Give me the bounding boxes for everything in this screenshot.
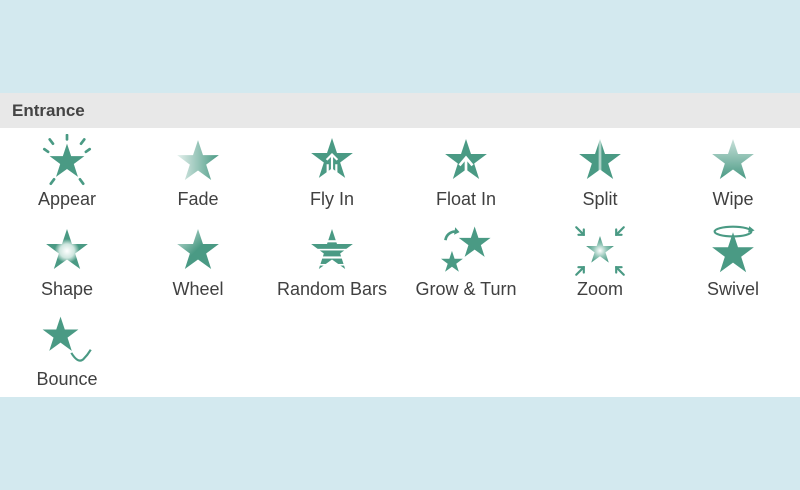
gallery-header: Entrance <box>0 93 800 128</box>
swivel-star-icon <box>712 225 755 273</box>
effect-label: Wipe <box>712 189 754 209</box>
effect-fly-in[interactable]: Fly In <box>265 128 399 214</box>
effect-label: Bounce <box>36 369 98 389</box>
effect-label: Fly In <box>309 189 354 209</box>
appear-star-icon <box>42 134 92 186</box>
effect-label: Random Bars <box>276 279 388 299</box>
zoom-star-icon <box>575 226 625 276</box>
wipe-star-icon <box>712 139 754 179</box>
effect-bounce[interactable]: Bounce <box>0 308 134 394</box>
effects-grid: Appear Fade Fly In Float In Split Wipe S… <box>0 128 800 397</box>
effect-label: Fade <box>177 189 219 209</box>
random-bars-star-icon <box>305 229 359 269</box>
effect-shape[interactable]: Shape <box>0 218 134 304</box>
split-star-icon <box>579 139 621 179</box>
effect-label: Swivel <box>706 279 759 299</box>
effect-fade[interactable]: Fade <box>131 128 265 214</box>
shape-star-icon <box>46 229 88 269</box>
effect-swivel[interactable]: Swivel <box>666 218 800 304</box>
effect-label: Shape <box>40 279 94 299</box>
effect-label: Split <box>582 189 618 209</box>
effect-appear[interactable]: Appear <box>0 128 134 214</box>
effect-grow-turn[interactable]: Grow & Turn <box>399 218 533 304</box>
float-in-star-icon <box>445 139 487 179</box>
effect-split[interactable]: Split <box>533 128 667 214</box>
fade-star-icon <box>177 140 219 181</box>
effect-float-in[interactable]: Float In <box>399 128 533 214</box>
bounce-star-icon <box>42 316 92 362</box>
section-title: Entrance <box>12 100 85 120</box>
wheel-star-icon <box>177 229 219 269</box>
effect-label: Float In <box>435 189 497 209</box>
effect-wheel[interactable]: Wheel <box>131 218 265 304</box>
effect-label: Grow & Turn <box>415 279 517 299</box>
effect-label: Wheel <box>172 279 224 299</box>
effect-label: Zoom <box>576 279 623 299</box>
grow-turn-star-icon <box>441 226 491 272</box>
effect-wipe[interactable]: Wipe <box>666 128 800 214</box>
entrance-effects-gallery: Entrance Appear Fade Fly In Float In Spl… <box>0 93 800 397</box>
effect-random-bars[interactable]: Random Bars <box>265 218 399 304</box>
effect-zoom[interactable]: Zoom <box>533 218 667 304</box>
effect-label: Appear <box>37 189 97 209</box>
fly-in-star-icon <box>311 137 353 178</box>
